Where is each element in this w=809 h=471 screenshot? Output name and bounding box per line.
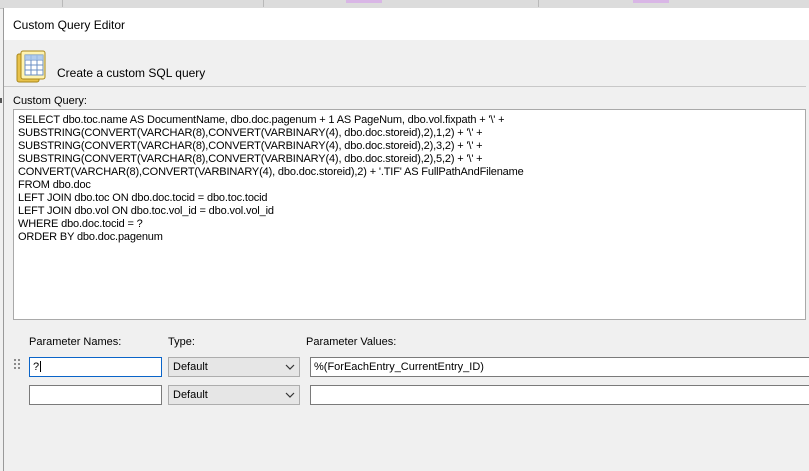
parameter-name-input[interactable] [29,385,162,405]
parameter-value-text: %(ForEachEntry_CurrentEntry_ID) [314,361,484,373]
chevron-down-icon [285,392,295,398]
parameter-type-value: Default [173,361,208,373]
custom-query-label: Custom Query: [13,95,87,107]
parameter-names-header: Parameter Names: [29,336,122,348]
header-text: Create a custom SQL query [57,66,206,80]
parameter-name-value: ? [33,361,40,373]
parameter-values-header: Parameter Values: [306,336,397,348]
custom-query-textarea[interactable]: SELECT dbo.toc.name AS DocumentName, dbo… [13,109,806,320]
window-edge-mark [0,98,2,103]
query-line: LEFT JOIN dbo.toc ON dbo.doc.tocid = dbo… [18,192,268,204]
query-line: SELECT dbo.toc.name AS DocumentName, dbo… [18,114,505,126]
parameter-type-value: Default [173,389,208,401]
query-line: SUBSTRING(CONVERT(VARCHAR(8),CONVERT(VAR… [18,127,483,139]
background-highlight [346,0,382,3]
window-title: Custom Query Editor [13,18,126,32]
query-line: LEFT JOIN dbo.vol ON dbo.toc.vol_id = db… [18,205,274,217]
header-divider [4,86,806,87]
background-tab [63,0,264,7]
query-line: SUBSTRING(CONVERT(VARCHAR(8),CONVERT(VAR… [18,140,483,152]
parameter-type-dropdown[interactable]: Default [168,385,300,405]
query-line: FROM dbo.doc [18,179,91,191]
parameter-name-input[interactable]: ? [29,357,162,377]
query-line: CONVERT(VARCHAR(8),CONVERT(VARBINARY(4),… [18,166,524,178]
parameter-type-dropdown[interactable]: Default [168,357,300,377]
chevron-down-icon [285,364,295,370]
parameter-value-input[interactable] [310,385,809,405]
parameter-value-input[interactable]: %(ForEachEntry_CurrentEntry_ID) [310,357,809,377]
background-tab [0,0,63,7]
background-tab [268,0,539,7]
query-line: ORDER BY dbo.doc.pagenum [18,231,163,243]
query-line: WHERE dbo.doc.tocid = ? [18,218,143,230]
parameter-type-header: Type: [168,336,195,348]
background-highlight [633,0,669,3]
row-drag-handle-icon[interactable] [14,359,22,371]
title-bar[interactable]: Custom Query Editor [4,8,809,40]
text-caret [40,361,42,372]
query-line: SUBSTRING(CONVERT(VARCHAR(8),CONVERT(VAR… [18,153,483,165]
database-icon [16,50,46,83]
